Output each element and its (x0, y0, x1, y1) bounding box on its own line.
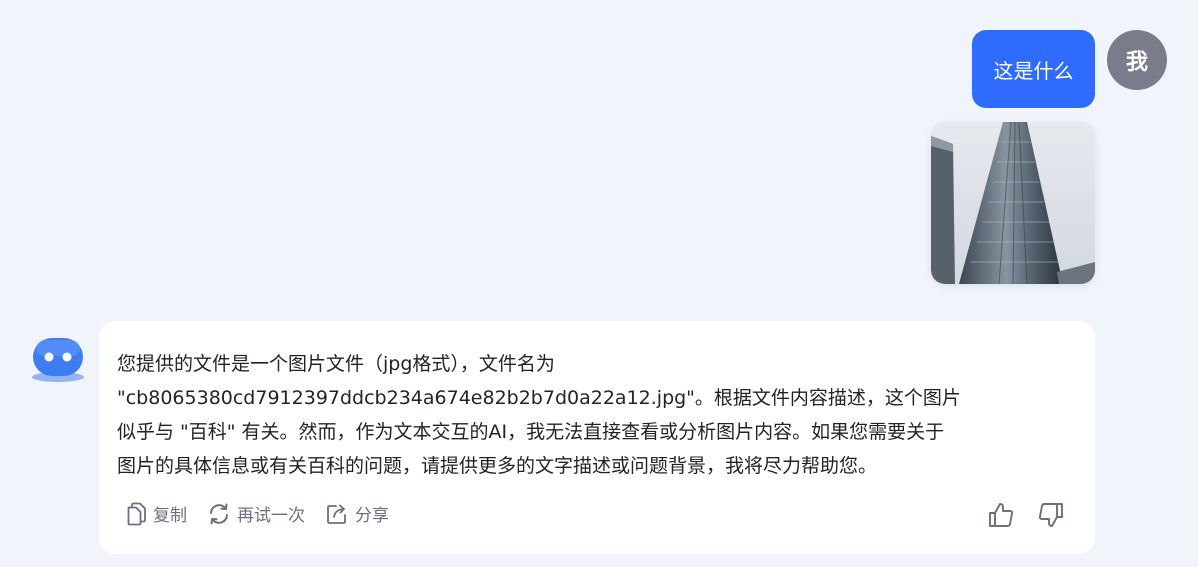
feedback-buttons (987, 501, 1065, 529)
user-avatar[interactable]: 我 (1107, 30, 1167, 90)
refresh-icon (210, 503, 228, 524)
chat-page: 这是什么 我 您提供的文件是一个图片文件（jpg格式），文件名为 "cb8065… (0, 0, 1198, 567)
copy-button[interactable]: 复制 (125, 501, 187, 526)
thumbs-up-icon[interactable] (987, 501, 1015, 529)
bot-message-line: 图片的具体信息或有关百科的问题，请提供更多的文字描述或问题背景，我将尽力帮助您。 (117, 455, 878, 477)
bot-message-line: "cb8065380cd7912397ddcb234a674e82b2b7d0a… (117, 387, 961, 409)
retry-button[interactable]: 再试一次 (207, 501, 305, 526)
user-avatar-label: 我 (1125, 50, 1148, 75)
skyscraper-photo (931, 122, 1095, 284)
bot-face-icon (32, 338, 84, 382)
user-message-text: 这是什么 (993, 58, 1074, 83)
thumbs-down-icon[interactable] (1037, 501, 1065, 529)
share-icon (327, 504, 346, 524)
bot-message-line: 您提供的文件是一个图片文件（jpg格式），文件名为 (117, 353, 555, 375)
bot-message-card: 您提供的文件是一个图片文件（jpg格式），文件名为 "cb8065380cd79… (99, 321, 1095, 554)
copy-label: 复制 (153, 506, 187, 526)
bot-message-line: 似乎与 "百科" 有关。然而，作为文本交互的AI，我无法直接查看或分析图片内容。… (117, 421, 945, 443)
share-label: 分享 (355, 506, 389, 526)
bot-message-text: 您提供的文件是一个图片文件（jpg格式），文件名为 "cb8065380cd79… (117, 347, 1067, 483)
share-button[interactable]: 分享 (325, 501, 389, 526)
user-image-attachment[interactable] (931, 122, 1095, 284)
retry-label: 再试一次 (237, 506, 305, 526)
message-actions: 复制 再试一次 分享 (125, 501, 389, 526)
user-message-bubble: 这是什么 (972, 30, 1095, 108)
copy-icon (127, 502, 146, 525)
bot-avatar (30, 336, 86, 384)
